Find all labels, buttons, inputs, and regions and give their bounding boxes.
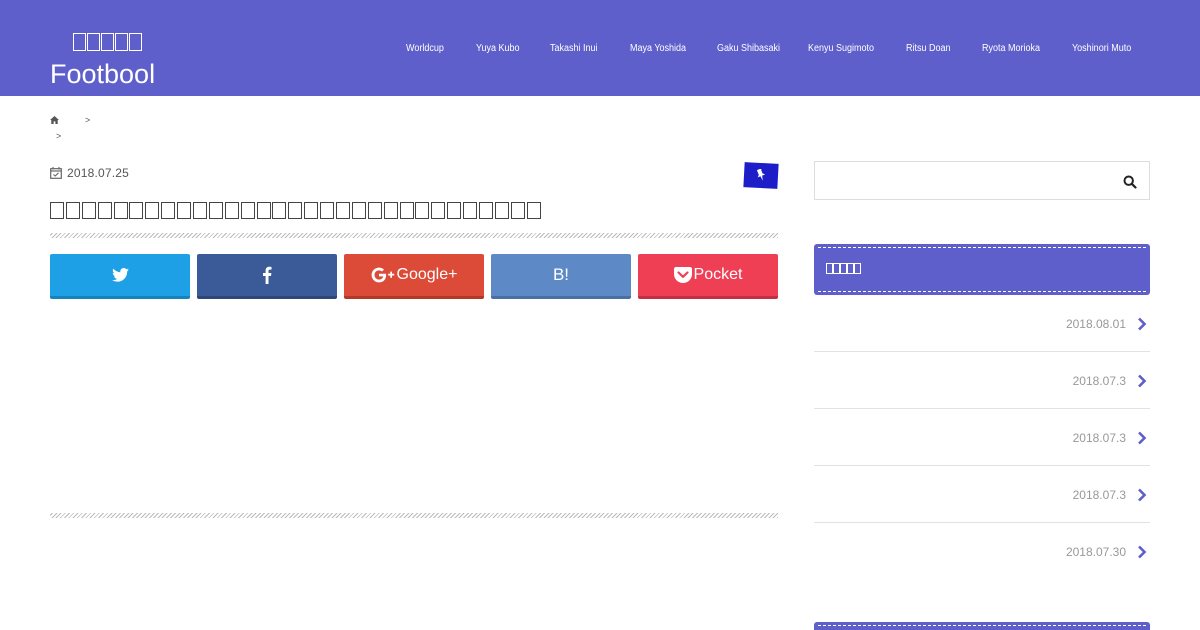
chevron-right-icon (1138, 431, 1147, 445)
nav-item-ryota-morioka[interactable]: Ryota Morioka (982, 43, 1040, 54)
chevron-right-icon (1138, 488, 1147, 502)
pocket-share-button[interactable]: Pocket (638, 254, 778, 299)
list-item[interactable]: 2018.08.01 (814, 295, 1150, 352)
breadcrumb-separator: > (85, 115, 91, 125)
nav-item-worldcup[interactable]: Worldcup (406, 43, 444, 54)
facebook-share-button[interactable] (197, 254, 337, 299)
chevron-right-icon (1138, 317, 1147, 331)
nav-item-ritsu-doan[interactable]: Ritsu Doan (906, 43, 951, 54)
list-item-date: 2018.07.3 (1072, 374, 1126, 388)
main-nav: Worldcup Yuya Kubo Takashi Inui Maya Yos… (0, 43, 1200, 57)
calendar-icon (50, 167, 62, 179)
nav-item-kenyu-sugimoto[interactable]: Kenyu Sugimoto (808, 43, 874, 54)
site-header: Footbool Worldcup Yuya Kubo Takashi Inui… (0, 0, 1200, 96)
breadcrumb-separator: > (56, 131, 62, 141)
list-item-date: 2018.07.3 (1072, 431, 1126, 445)
search-icon[interactable] (1123, 175, 1137, 189)
nav-item-maya-yoshida[interactable]: Maya Yoshida (630, 43, 686, 54)
nav-item-yoshinori-muto[interactable]: Yoshinori Muto (1072, 43, 1131, 54)
nav-item-takashi-inui[interactable]: Takashi Inui (550, 43, 598, 54)
search-input[interactable] (814, 161, 1150, 200)
list-item-date: 2018.08.01 (1065, 317, 1126, 331)
googleplus-label: Google+ (396, 266, 458, 283)
pin-icon (756, 168, 766, 181)
twitter-icon (111, 268, 129, 282)
list-item[interactable]: 2018.07.30 (814, 523, 1150, 580)
widget-header (814, 622, 1150, 630)
home-icon[interactable] (50, 116, 59, 124)
article-title (50, 199, 543, 221)
category-badge[interactable] (743, 162, 779, 189)
chevron-right-icon (1138, 374, 1147, 388)
googleplus-icon (371, 267, 394, 283)
googleplus-share-button[interactable]: Google+ (344, 254, 484, 299)
list-item-date: 2018.07.3 (1072, 488, 1126, 502)
list-item[interactable]: 2018.07.3 (814, 466, 1150, 523)
widget-header (814, 244, 1150, 295)
site-logo[interactable]: Footbool (50, 59, 155, 90)
divider (50, 513, 778, 518)
list-item[interactable]: 2018.07.3 (814, 352, 1150, 409)
chevron-right-icon (1138, 545, 1147, 559)
twitter-share-button[interactable] (50, 254, 190, 299)
widget-title (826, 262, 861, 274)
divider (50, 233, 778, 238)
pocket-icon (673, 267, 692, 283)
list-item-date: 2018.07.30 (1065, 545, 1126, 559)
hatena-label: B! (552, 265, 570, 284)
post-date: 2018.07.25 (67, 166, 130, 180)
hatena-bookmark-button[interactable]: B! (491, 254, 631, 299)
list-item[interactable]: 2018.07.3 (814, 409, 1150, 466)
nav-item-yuya-kubo[interactable]: Yuya Kubo (476, 43, 520, 54)
facebook-icon (263, 266, 272, 284)
nav-item-gaku-shibasaki[interactable]: Gaku Shibasaki (717, 43, 780, 54)
pocket-label: Pocket (693, 266, 743, 283)
